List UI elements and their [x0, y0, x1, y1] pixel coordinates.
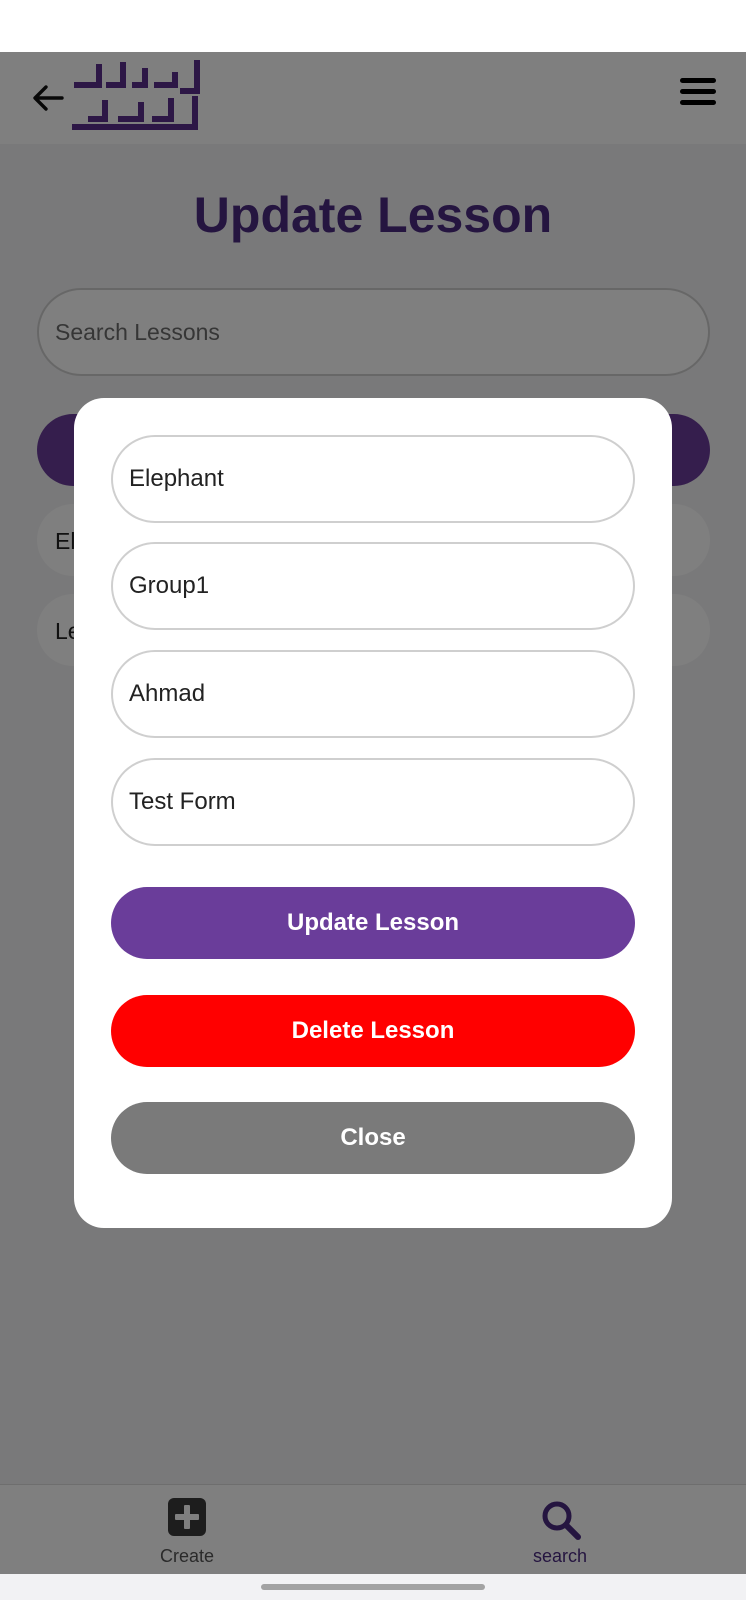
- delete-lesson-button[interactable]: Delete Lesson: [111, 995, 635, 1067]
- group-field[interactable]: [111, 542, 635, 630]
- update-lesson-modal: Update Lesson Delete Lesson Close: [74, 398, 672, 1228]
- close-button[interactable]: Close: [111, 1102, 635, 1174]
- home-indicator[interactable]: [261, 1584, 485, 1590]
- teacher-field[interactable]: [111, 650, 635, 738]
- system-nav-area: [0, 1574, 746, 1600]
- screen: Update Lesson El Le Create: [0, 0, 746, 1600]
- status-bar: [0, 0, 746, 52]
- form-field[interactable]: [111, 758, 635, 846]
- update-lesson-button[interactable]: Update Lesson: [111, 887, 635, 959]
- lesson-name-field[interactable]: [111, 435, 635, 523]
